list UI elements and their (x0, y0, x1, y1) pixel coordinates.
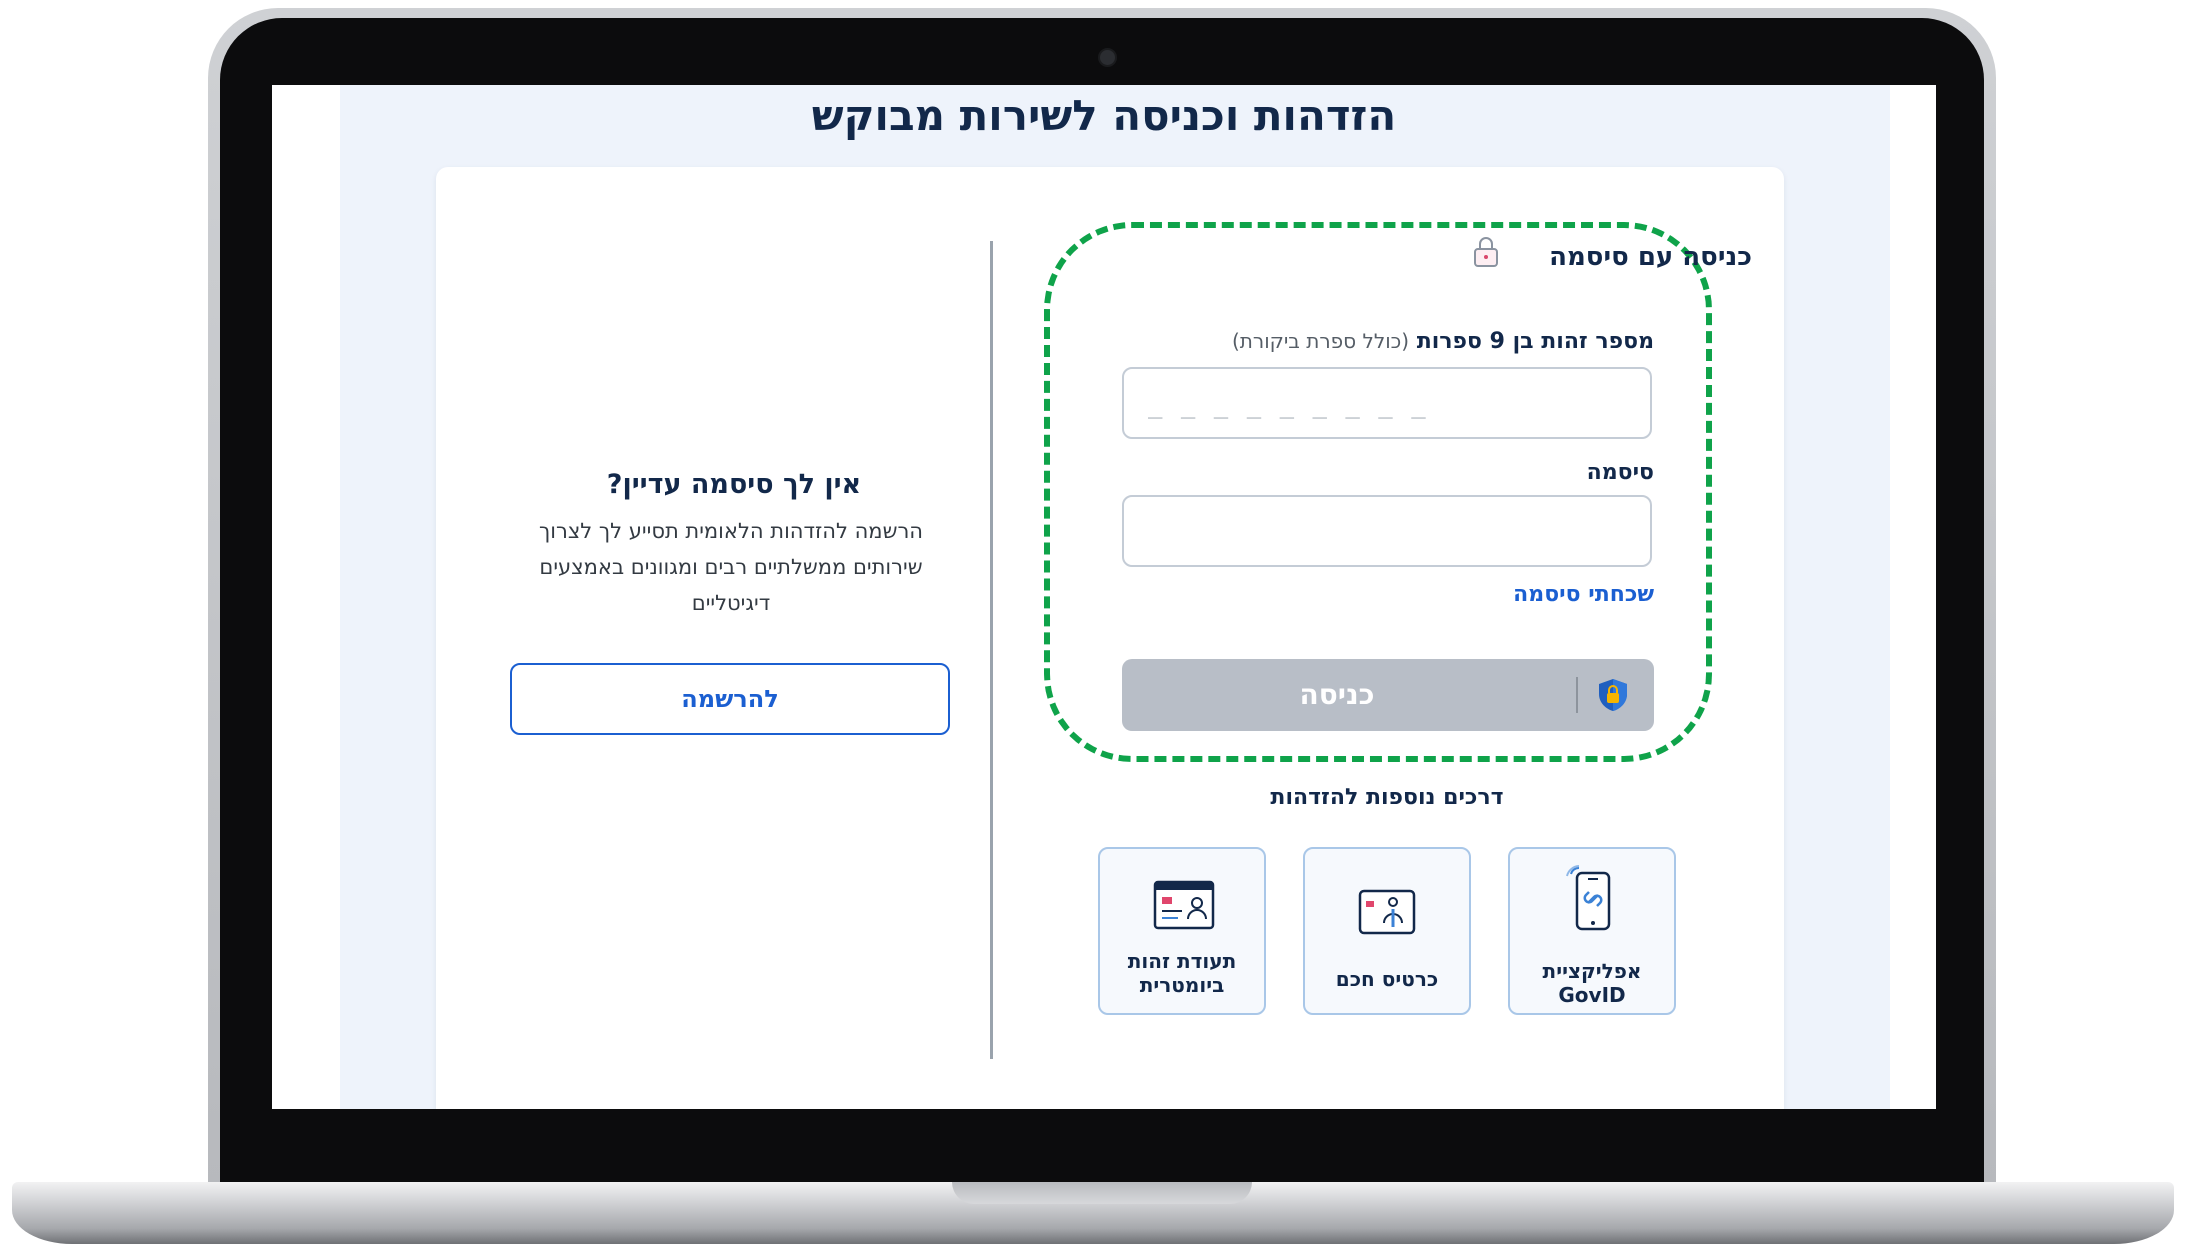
forgot-password-link[interactable]: שכחתי סיסמה (1432, 579, 1654, 611)
laptop-notch (952, 1182, 1252, 1204)
id-card-icon (1153, 880, 1215, 930)
camera-icon (1098, 48, 1117, 67)
shield-lock-icon (1599, 679, 1627, 711)
register-button[interactable]: להרשמה (510, 663, 950, 735)
method-biometric-label: תעודת זהות ביומטרית (1127, 949, 1237, 997)
button-separator (1576, 677, 1578, 713)
login-button-label: כניסה (1299, 678, 1375, 711)
column-divider (990, 241, 993, 1059)
page-title: הזדהות וכניסה לשירות מבוקש (811, 91, 1397, 140)
method-smart-card-label: כרטיס חכם (1335, 967, 1439, 991)
lock-icon (1474, 237, 1498, 267)
id-placeholder: _ _ _ _ _ _ _ _ _ (1148, 391, 1428, 419)
password-label: סיסמה (1586, 460, 1654, 485)
registration-title: אין לך סיסמה עדיין? (606, 469, 862, 500)
smart-card-icon (1358, 889, 1416, 935)
method-biometric-id[interactable]: תעודת זהות ביומטרית (1098, 847, 1266, 1015)
password-input[interactable] (1122, 495, 1652, 567)
id-field-label: מספר זהות בן 9 ספרות (כולל ספרת ביקורת) (1122, 325, 1654, 357)
screen: הזדהות וכניסה לשירות מבוקש כניסה עם סיסמ… (272, 85, 1936, 1109)
other-methods-title: דרכים נוספות להזדהות (1270, 785, 1504, 810)
method-govid-label: אפליקציית GovID (1542, 959, 1642, 1007)
method-smart-card[interactable]: כרטיס חכם (1303, 847, 1471, 1015)
login-button[interactable]: כניסה (1122, 659, 1654, 731)
id-label-main: מספר זהות בן 9 ספרות (1416, 329, 1654, 354)
id-number-input[interactable]: _ _ _ _ _ _ _ _ _ (1122, 367, 1652, 439)
phone-link-icon (1566, 865, 1611, 931)
id-label-hint: (כולל ספרת ביקורת) (1231, 329, 1410, 353)
laptop-frame: הזדהות וכניסה לשירות מבוקש כניסה עם סיסמ… (0, 0, 2185, 1251)
method-govid-app[interactable]: אפליקציית GovID (1508, 847, 1676, 1015)
registration-text: הרשמה להזדהות הלאומית תסייע לך לצרוך שיר… (538, 519, 924, 615)
